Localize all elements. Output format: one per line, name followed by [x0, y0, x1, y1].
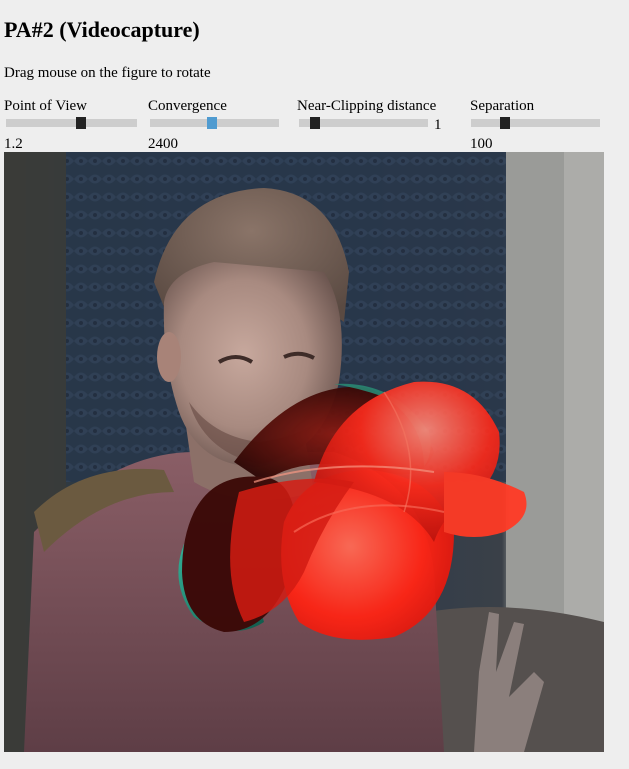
page-title: PA#2 (Videocapture)	[4, 17, 200, 42]
point-of-view-value: 1.2	[4, 136, 23, 152]
instructions-text: Drag mouse on the figure to rotate	[4, 65, 211, 81]
convergence-label: Convergence	[148, 98, 227, 114]
convergence-slider[interactable]	[150, 117, 279, 129]
convergence-control: Convergence 2400	[148, 97, 283, 152]
point-of-view-label: Point of View	[4, 98, 87, 114]
separation-slider-thumb[interactable]	[500, 117, 510, 129]
page: PA#2 (Videocapture) Drag mouse on the fi…	[0, 0, 629, 769]
video-scene[interactable]	[4, 152, 604, 752]
point-of-view-slider[interactable]	[6, 117, 137, 129]
near-clipping-slider[interactable]	[299, 117, 428, 129]
point-of-view-slider-thumb[interactable]	[76, 117, 86, 129]
convergence-value: 2400	[148, 136, 178, 152]
near-clipping-label: Near-Clipping distance	[297, 98, 437, 114]
separation-control: Separation 100	[470, 97, 605, 152]
near-clipping-value: 1	[434, 117, 442, 133]
video-canvas[interactable]	[4, 152, 604, 752]
near-clipping-control: Near-Clipping distance 1	[297, 97, 447, 149]
separation-value: 100	[470, 136, 493, 152]
separation-slider[interactable]	[471, 117, 600, 129]
point-of-view-control: Point of View 1.2	[4, 97, 139, 152]
near-clipping-slider-thumb[interactable]	[310, 117, 320, 129]
separation-label: Separation	[470, 98, 535, 114]
convergence-slider-thumb[interactable]	[207, 117, 217, 129]
